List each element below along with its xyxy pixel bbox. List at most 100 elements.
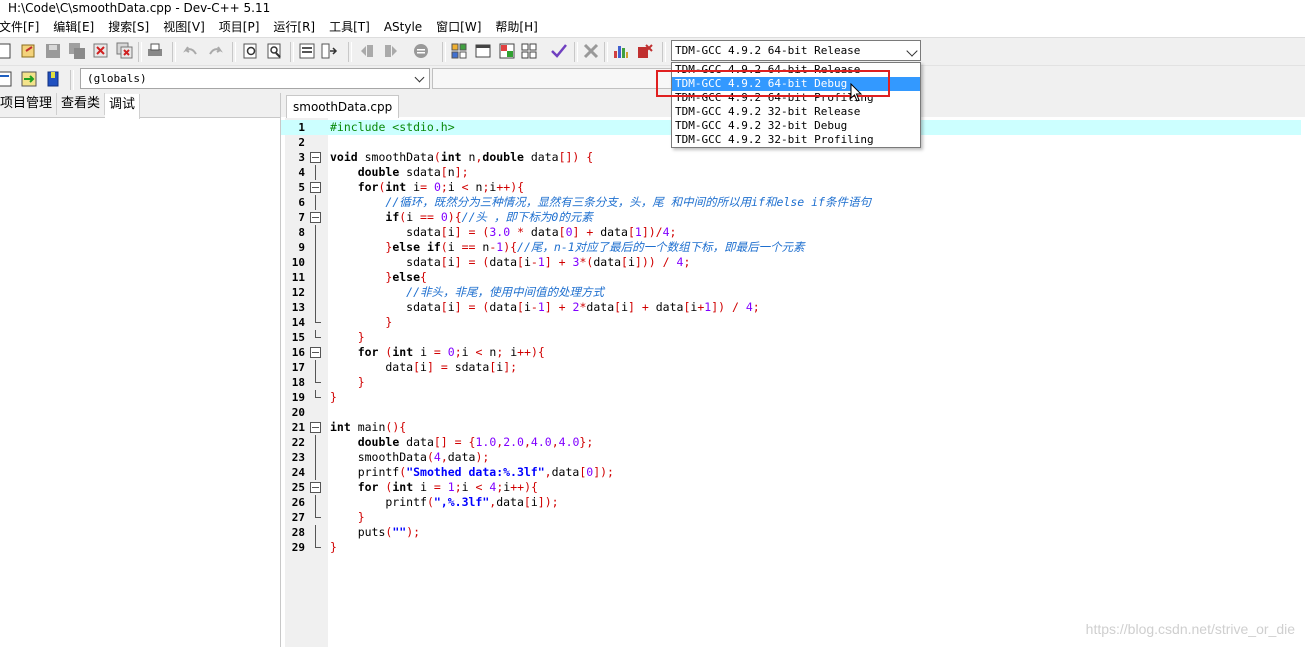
compiler-option[interactable]: TDM-GCC 4.9.2 32-bit Debug	[672, 119, 920, 133]
code-line-20: 20	[291, 406, 305, 419]
stop-icon[interactable]	[582, 42, 600, 60]
left-panel-tabs: 项目管理 查看类 调试	[0, 93, 280, 119]
tab-project[interactable]: 项目管理	[0, 93, 58, 115]
goto-icon[interactable]	[20, 70, 38, 88]
code-line-10: 10 sdata[i] = (data[i-1] + 3*(data[i])) …	[291, 255, 691, 270]
replace-icon[interactable]	[266, 42, 284, 60]
code-line-5: 5 for(int i= 0;i < n;i++){	[298, 180, 525, 195]
code-line-24: 24 printf("Smothed data:%.3lf",data[0]);	[291, 465, 614, 480]
code-line-26: 26 printf(",%.3lf",data[i]);	[291, 495, 559, 510]
menu-search[interactable]: 搜索[S]	[101, 17, 156, 37]
menu-window[interactable]: 窗口[W]	[429, 17, 488, 37]
chart-icon[interactable]	[612, 42, 630, 60]
save-all-icon[interactable]	[68, 42, 86, 60]
code-line-12: 12 //非头，非尾，使用中间值的处理方式	[291, 285, 605, 300]
grid-icon[interactable]	[520, 42, 538, 60]
editor-area: smoothData.cpp 1 #include <stdio.h> 2 3 vo…	[281, 93, 1305, 647]
code-line-3: 3 void smoothData(int n,double data[]) {	[298, 150, 594, 165]
toolbar-separator	[70, 70, 74, 90]
toolbar-separator	[604, 42, 608, 62]
fold-toggle-icon[interactable]	[309, 150, 322, 165]
indent-icon[interactable]	[320, 42, 338, 60]
code-line-18: 18 }	[291, 375, 365, 389]
toolbar-separator	[348, 42, 352, 62]
code-line-11: 11 }else{	[291, 270, 427, 285]
open-file-icon[interactable]	[20, 42, 38, 60]
main-toolbar	[0, 37, 1305, 66]
fold-toggle-icon[interactable]	[309, 420, 322, 435]
code-line-21: 21 int main(){	[291, 420, 407, 435]
bookmark-prev-icon[interactable]	[358, 42, 376, 60]
new-file-icon[interactable]	[0, 42, 14, 60]
code-line-8: 8 sdata[i] = (3.0 * data[0] + data[1])/4…	[298, 225, 677, 240]
menu-edit[interactable]: 编辑[E]	[46, 17, 101, 37]
toolbar-separator	[290, 42, 294, 62]
menu-tools[interactable]: 工具[T]	[322, 17, 377, 37]
undo-icon[interactable]	[182, 42, 200, 60]
fold-toggle-icon[interactable]	[309, 180, 322, 195]
code-line-14: 14 }	[291, 315, 393, 329]
menu-help[interactable]: 帮助[H]	[488, 17, 544, 37]
file-tab[interactable]: smoothData.cpp	[286, 95, 400, 118]
fold-toggle-icon[interactable]	[309, 345, 322, 360]
goto-line-icon[interactable]	[298, 42, 316, 60]
scope-combo[interactable]: (globals)	[80, 68, 430, 89]
save-icon[interactable]	[44, 42, 62, 60]
menu-bar: 文件[F] 编辑[E] 搜索[S] 视图[V] 项目[P] 运行[R] 工具[T] AStyl…	[0, 17, 1305, 37]
insert-icon[interactable]	[0, 70, 14, 88]
code-line-13: 13 sdata[i] = (data[i-1] + 2*data[i] + d…	[291, 300, 760, 315]
chevron-down-icon[interactable]	[906, 45, 918, 57]
print-icon[interactable]	[146, 42, 164, 60]
window-icon[interactable]	[474, 42, 492, 60]
chevron-down-icon[interactable]	[414, 72, 425, 83]
compiler-select-value: TDM-GCC 4.9.2 64-bit Release	[675, 44, 861, 57]
scope-combo-value: (globals)	[87, 72, 147, 85]
comment-icon[interactable]	[412, 42, 430, 60]
mouse-cursor-icon	[850, 83, 863, 102]
menu-project[interactable]: 项目[P]	[212, 17, 267, 37]
code-line-7: 7 if(i == 0){//头 ，即下标为0的元素	[298, 210, 593, 225]
compiler-select[interactable]: TDM-GCC 4.9.2 64-bit Release	[671, 40, 921, 61]
code-line-6: 6 //循环，既然分为三种情况，显然有三条分支，头，尾 和中间的所以用if和el…	[298, 195, 871, 210]
watermark: https://blog.csdn.net/strive_or_die	[1085, 621, 1295, 637]
code-line-23: 23 smoothData(4,data);	[291, 450, 490, 465]
code-editor[interactable]: 1 #include <stdio.h> 2 3 void smoothData(i…	[281, 120, 1305, 647]
toolbar-separator	[442, 42, 446, 62]
close-file-icon[interactable]	[92, 42, 110, 60]
menu-file[interactable]: 文件[F]	[0, 17, 46, 37]
code-line-17: 17 data[i] = sdata[i];	[291, 360, 518, 375]
compiler-option[interactable]: TDM-GCC 4.9.2 32-bit Release	[672, 105, 920, 119]
redo-icon[interactable]	[206, 42, 224, 60]
layout-icon[interactable]	[498, 42, 516, 60]
code-line-25: 25 for (int i = 1;i < 4;i++){	[291, 480, 538, 495]
code-line-15: 15 }	[291, 330, 365, 344]
bookmark-icon[interactable]	[44, 70, 62, 88]
tile-icon[interactable]	[450, 42, 468, 60]
tab-classes[interactable]: 查看类	[57, 93, 106, 115]
menu-astyle[interactable]: AStyle	[377, 17, 429, 37]
toolbar-separator	[232, 42, 236, 62]
code-line-16: 16 for (int i = 0;i < n; i++){	[291, 345, 545, 360]
compiler-option[interactable]: TDM-GCC 4.9.2 32-bit Profiling	[672, 133, 920, 147]
toolbar-separator	[574, 42, 578, 62]
toolbar-separator	[172, 42, 176, 62]
toolbar-separator	[662, 42, 666, 62]
member-combo[interactable]	[432, 68, 672, 89]
close-all-icon[interactable]	[116, 42, 134, 60]
check-syntax-icon[interactable]	[550, 42, 568, 60]
code-line-28: 28 puts("");	[291, 525, 421, 540]
fold-toggle-icon[interactable]	[309, 210, 322, 225]
toolbar-separator	[138, 42, 142, 62]
code-line-27: 27 }	[291, 510, 365, 524]
menu-view[interactable]: 视图[V]	[156, 17, 212, 37]
profile-icon[interactable]	[636, 42, 654, 60]
tab-debug[interactable]: 调试	[105, 94, 141, 119]
bookmark-next-icon[interactable]	[382, 42, 400, 60]
fold-toggle-icon[interactable]	[309, 480, 322, 495]
code-line-4: 4 double sdata[n];	[298, 165, 469, 180]
code-line-19: 19}	[291, 390, 337, 404]
left-panel: 项目管理 查看类 调试	[0, 93, 281, 647]
find-icon[interactable]	[242, 42, 260, 60]
code-line-22: 22 double data[] = {1.0,2.0,4.0,4.0};	[291, 435, 594, 450]
menu-run[interactable]: 运行[R]	[266, 17, 322, 37]
